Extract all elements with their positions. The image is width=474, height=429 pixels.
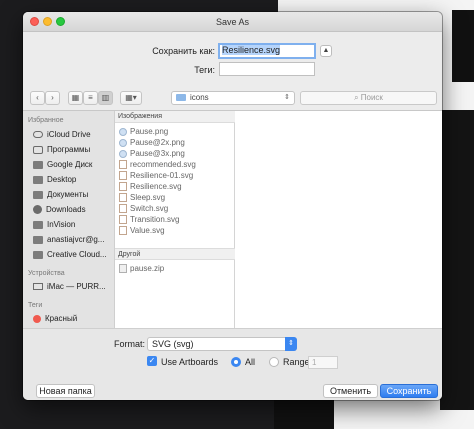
background-artwork-bottom [274, 398, 334, 429]
folder-icon [33, 175, 43, 184]
format-select[interactable]: SVG (svg) ⇕ [147, 337, 297, 351]
range-radio[interactable] [269, 357, 279, 367]
sidebar-tag-red[interactable]: Красный [33, 314, 77, 323]
columns-icon: ▥ [101, 93, 110, 102]
svg-file-icon [119, 193, 127, 203]
search-placeholder: Поиск [360, 93, 383, 102]
filename-field[interactable]: Resilience.svg [218, 43, 316, 59]
checkmark-icon: ✓ [148, 356, 156, 365]
preview-column [235, 111, 442, 329]
folder-icon [33, 220, 43, 229]
sidebar-item-creative-cloud[interactable]: Creative Cloud... [33, 250, 107, 259]
save-dialog: Save As Сохранить как: Resilience.svg ▲ … [23, 12, 442, 400]
svg-file-icon [119, 171, 127, 181]
save-as-label: Сохранить как: [152, 46, 215, 56]
location-label: icons [190, 93, 209, 102]
file-item[interactable]: Value.svg [119, 226, 165, 236]
sidebar-tags-header: Теги [28, 302, 43, 309]
download-icon [33, 205, 42, 215]
file-item[interactable]: Resilience.svg [119, 182, 182, 192]
sidebar-item-google-drive[interactable]: Google Диск [33, 160, 92, 169]
dialog-title: Save As [215, 17, 250, 27]
updown-arrows-icon: ⇕ [284, 94, 290, 101]
file-column: Изображения Pause.png Pause@2x.png Pause… [115, 111, 235, 329]
file-browser: Избранное iCloud Drive Программы Google … [23, 110, 442, 329]
chevron-left-icon: ‹ [36, 93, 39, 102]
svg-file-icon [119, 160, 127, 170]
view-list-button[interactable]: ≡ [83, 91, 98, 105]
svg-file-icon [119, 215, 127, 225]
search-icon: ⌕ [354, 93, 361, 102]
sidebar-favorites-header: Избранное [28, 117, 64, 124]
file-item[interactable]: pause.zip [119, 264, 164, 274]
folder-icon [33, 190, 43, 199]
arrange-icon: ▦▾ [125, 93, 137, 102]
svg-file-icon [119, 226, 127, 236]
save-button[interactable]: Сохранить [380, 384, 438, 398]
sidebar-item-applications[interactable]: Программы [33, 145, 90, 154]
folder-icon [176, 94, 186, 102]
tags-field[interactable] [219, 62, 315, 76]
use-artboards-checkbox[interactable]: ✓ [147, 356, 157, 366]
format-value: SVG (svg) [152, 339, 194, 349]
chevron-right-icon: › [51, 93, 54, 102]
options-panel: Format: SVG (svg) ⇕ ✓ Use Artboards All … [23, 328, 442, 400]
sidebar-item-downloads[interactable]: Downloads [33, 205, 86, 215]
image-file-icon [119, 149, 127, 158]
all-radio[interactable] [231, 357, 241, 367]
svg-file-icon [119, 182, 127, 192]
forward-button[interactable]: › [45, 91, 60, 105]
cloud-icon [33, 131, 43, 139]
sidebar-item-invision[interactable]: InVision [33, 220, 75, 229]
background-artwork-block [440, 110, 474, 410]
file-item[interactable]: Transition.svg [119, 215, 180, 225]
svg-file-icon [119, 204, 127, 214]
arrange-button[interactable]: ▦▾ [120, 91, 142, 105]
archive-file-icon [119, 264, 127, 274]
folder-icon [33, 235, 43, 244]
image-file-icon [119, 138, 127, 147]
expand-dialog-button[interactable]: ▲ [320, 45, 332, 57]
format-label: Format: [114, 339, 146, 349]
other-group-header: Другой [115, 248, 235, 260]
location-popup[interactable]: icons ⇕ [171, 91, 295, 105]
new-folder-button[interactable]: Новая папка [36, 384, 95, 398]
sidebar-item-imac[interactable]: iMac — PURR... [33, 282, 106, 291]
sidebar: Избранное iCloud Drive Программы Google … [23, 111, 115, 329]
file-item[interactable]: Pause@2x.png [119, 138, 185, 147]
sidebar-item-documents[interactable]: Документы [33, 190, 88, 199]
folder-icon [33, 160, 43, 169]
file-item[interactable]: Sleep.svg [119, 193, 165, 203]
folder-icon [33, 250, 43, 259]
filename-value: Resilience.svg [222, 45, 281, 55]
sidebar-devices-header: Устройства [28, 270, 65, 277]
cancel-button[interactable]: Отменить [323, 384, 378, 398]
images-group-header: Изображения [115, 111, 235, 123]
use-artboards-label: Use Artboards [161, 357, 219, 367]
background-artwork-bar [452, 10, 474, 82]
computer-icon [33, 283, 43, 291]
file-item[interactable]: Pause@3x.png [119, 149, 185, 158]
tags-label: Теги: [194, 65, 215, 75]
file-item[interactable]: recommended.svg [119, 160, 196, 170]
applications-icon [33, 145, 43, 154]
sidebar-item-account-folder[interactable]: anastiajvcr@g... [33, 235, 104, 244]
title-bar: Save As [23, 12, 442, 32]
sidebar-item-icloud-drive[interactable]: iCloud Drive [33, 130, 91, 139]
file-item[interactable]: Pause.png [119, 127, 168, 136]
image-file-icon [119, 127, 127, 136]
red-tag-dot-icon [33, 314, 41, 323]
grid-icon: ▦ [71, 93, 80, 102]
search-input[interactable]: ⌕ Поиск [300, 91, 437, 105]
file-item[interactable]: Switch.svg [119, 204, 168, 214]
updown-arrows-icon: ⇕ [285, 337, 297, 351]
sidebar-item-desktop[interactable]: Desktop [33, 175, 76, 184]
list-icon: ≡ [88, 93, 93, 102]
range-input[interactable]: 1 [308, 356, 338, 369]
view-columns-button[interactable]: ▥ [98, 91, 113, 105]
file-item[interactable]: Resilience-01.svg [119, 171, 193, 181]
back-button[interactable]: ‹ [30, 91, 45, 105]
view-icons-button[interactable]: ▦ [68, 91, 83, 105]
all-label: All [245, 357, 256, 367]
